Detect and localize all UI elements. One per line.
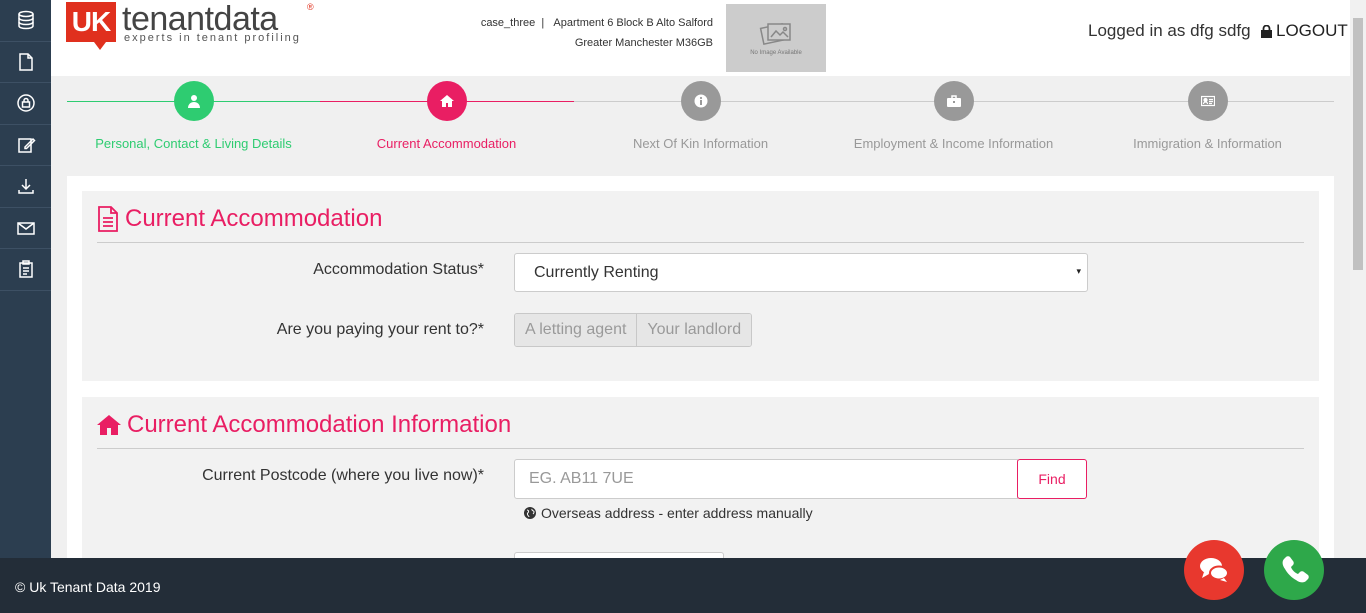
paying-rent-label: Are you paying your rent to?* bbox=[276, 321, 484, 338]
phone-icon bbox=[1282, 556, 1309, 583]
accommodation-status-label: Accommodation Status* bbox=[313, 261, 484, 278]
sidebar-item-download[interactable] bbox=[0, 166, 51, 208]
footer: © Uk Tenant Data 2019 bbox=[0, 558, 1366, 613]
sidebar-item-edit[interactable] bbox=[0, 125, 51, 166]
step-immigration[interactable]: Immigration & Information bbox=[1081, 81, 1334, 151]
home-icon bbox=[439, 95, 454, 107]
step-accommodation-label: Current Accommodation bbox=[376, 136, 517, 151]
phone-button[interactable] bbox=[1264, 540, 1324, 600]
info-icon bbox=[694, 94, 707, 108]
no-image-icon bbox=[759, 22, 791, 46]
logo[interactable]: UK tenantdata ® experts in tenant profil… bbox=[66, 0, 321, 52]
edit-icon bbox=[17, 137, 36, 153]
overseas-address-text: Overseas address - enter address manuall… bbox=[541, 505, 813, 521]
section-divider bbox=[97, 448, 1304, 449]
postcode-placeholder: EG. AB11 7UE bbox=[529, 470, 634, 487]
step-immigration-circle bbox=[1187, 81, 1228, 121]
no-image-text: No Image Available bbox=[750, 50, 802, 56]
logo-mark: UK bbox=[66, 2, 116, 42]
sidebar-item-documents[interactable] bbox=[0, 42, 51, 83]
property-image-placeholder: No Image Available bbox=[726, 4, 826, 72]
chevron-down-icon: ▾ bbox=[1076, 266, 1081, 276]
step-accommodation[interactable]: Current Accommodation bbox=[320, 81, 573, 151]
landlord-option[interactable]: Your landlord bbox=[636, 314, 752, 346]
paying-rent-toggle: A letting agent Your landlord bbox=[514, 313, 753, 347]
step-employment-label: Employment & Income Information bbox=[853, 136, 1054, 151]
section-title-accommodation-info-text: Current Accommodation Information bbox=[127, 411, 512, 438]
envelope-icon bbox=[16, 222, 35, 235]
home-icon bbox=[97, 415, 121, 435]
case-name: case_three bbox=[480, 17, 536, 29]
user-icon bbox=[187, 95, 200, 108]
step-next-of-kin[interactable]: Next Of Kin Information bbox=[574, 81, 827, 151]
logo-tagline: experts in tenant profiling bbox=[124, 32, 301, 44]
overseas-address-link[interactable]: Overseas address - enter address manuall… bbox=[524, 505, 813, 521]
logout-label: LOGOUT bbox=[1276, 21, 1348, 40]
logo-registered-mark: ® bbox=[307, 2, 314, 12]
find-button[interactable]: Find bbox=[1017, 459, 1087, 499]
globe-icon bbox=[524, 507, 536, 519]
step-employment[interactable]: Employment & Income Information bbox=[827, 81, 1080, 151]
sidebar-item-mail[interactable] bbox=[0, 208, 51, 249]
step-personal-label: Personal, Contact & Living Details bbox=[95, 136, 292, 151]
progress-steps: Personal, Contact & Living Details Curre… bbox=[67, 76, 1334, 176]
section-title-accommodation-info: Current Accommodation Information bbox=[97, 411, 511, 439]
postcode-label: Current Postcode (where you live now)* bbox=[202, 467, 484, 484]
lock-circle-icon bbox=[16, 94, 35, 112]
letting-agent-option[interactable]: A letting agent bbox=[515, 314, 637, 346]
main-content: Personal, Contact & Living Details Curre… bbox=[51, 76, 1350, 558]
step-personal-circle bbox=[173, 81, 214, 121]
id-card-icon bbox=[1200, 95, 1215, 107]
step-employment-circle bbox=[933, 81, 974, 121]
postcode-input[interactable]: EG. AB11 7UE bbox=[514, 459, 1018, 499]
briefcase-icon bbox=[946, 95, 961, 107]
logged-in-text: Logged in as dfg sdfg bbox=[1088, 21, 1251, 40]
step-accommodation-circle bbox=[426, 81, 467, 121]
chat-bubbles-icon bbox=[1200, 558, 1229, 582]
document-icon bbox=[98, 206, 118, 232]
section-title-accommodation: Current Accommodation bbox=[97, 205, 382, 233]
document-icon bbox=[18, 53, 33, 71]
chat-button[interactable] bbox=[1184, 540, 1244, 600]
database-icon bbox=[17, 11, 34, 30]
sidebar-item-security[interactable] bbox=[0, 83, 51, 125]
clipboard-icon bbox=[18, 260, 33, 278]
case-separator: | bbox=[541, 17, 545, 29]
accommodation-status-select[interactable]: Currently Renting ▾ bbox=[514, 253, 1088, 292]
sidebar-item-database[interactable] bbox=[0, 0, 51, 42]
step-personal[interactable]: Personal, Contact & Living Details bbox=[67, 81, 320, 151]
case-info: case_three | Apartment 6 Block B Alto Sa… bbox=[471, 13, 713, 53]
logout-button[interactable]: LOGOUT bbox=[1261, 21, 1348, 41]
logo-speech-tail bbox=[94, 42, 106, 50]
address-line2: Greater Manchester M36GB bbox=[574, 37, 713, 49]
accommodation-information-section: Current Accommodation Information Curren… bbox=[82, 397, 1319, 558]
step-next-of-kin-circle bbox=[680, 81, 721, 121]
sidebar-item-clipboard[interactable] bbox=[0, 249, 51, 291]
step-next-of-kin-label: Next Of Kin Information bbox=[632, 136, 769, 151]
download-icon bbox=[17, 179, 34, 194]
accommodation-status-value: Currently Renting bbox=[534, 264, 659, 281]
copyright-text: © Uk Tenant Data 2019 bbox=[15, 579, 161, 595]
scrollbar-thumb[interactable] bbox=[1353, 18, 1363, 270]
lock-icon bbox=[1261, 24, 1272, 38]
form-panel: Current Accommodation Accommodation Stat… bbox=[67, 176, 1334, 558]
step-immigration-label: Immigration & Information bbox=[1133, 136, 1282, 151]
address-line1: Apartment 6 Block B Alto Salford bbox=[553, 17, 713, 29]
sidebar bbox=[0, 0, 51, 558]
current-accommodation-section: Current Accommodation Accommodation Stat… bbox=[82, 191, 1319, 381]
page-scrollbar[interactable] bbox=[1350, 0, 1366, 558]
section-divider bbox=[97, 242, 1304, 243]
header: UK tenantdata ® experts in tenant profil… bbox=[51, 0, 1350, 76]
section-title-accommodation-text: Current Accommodation bbox=[125, 205, 383, 232]
